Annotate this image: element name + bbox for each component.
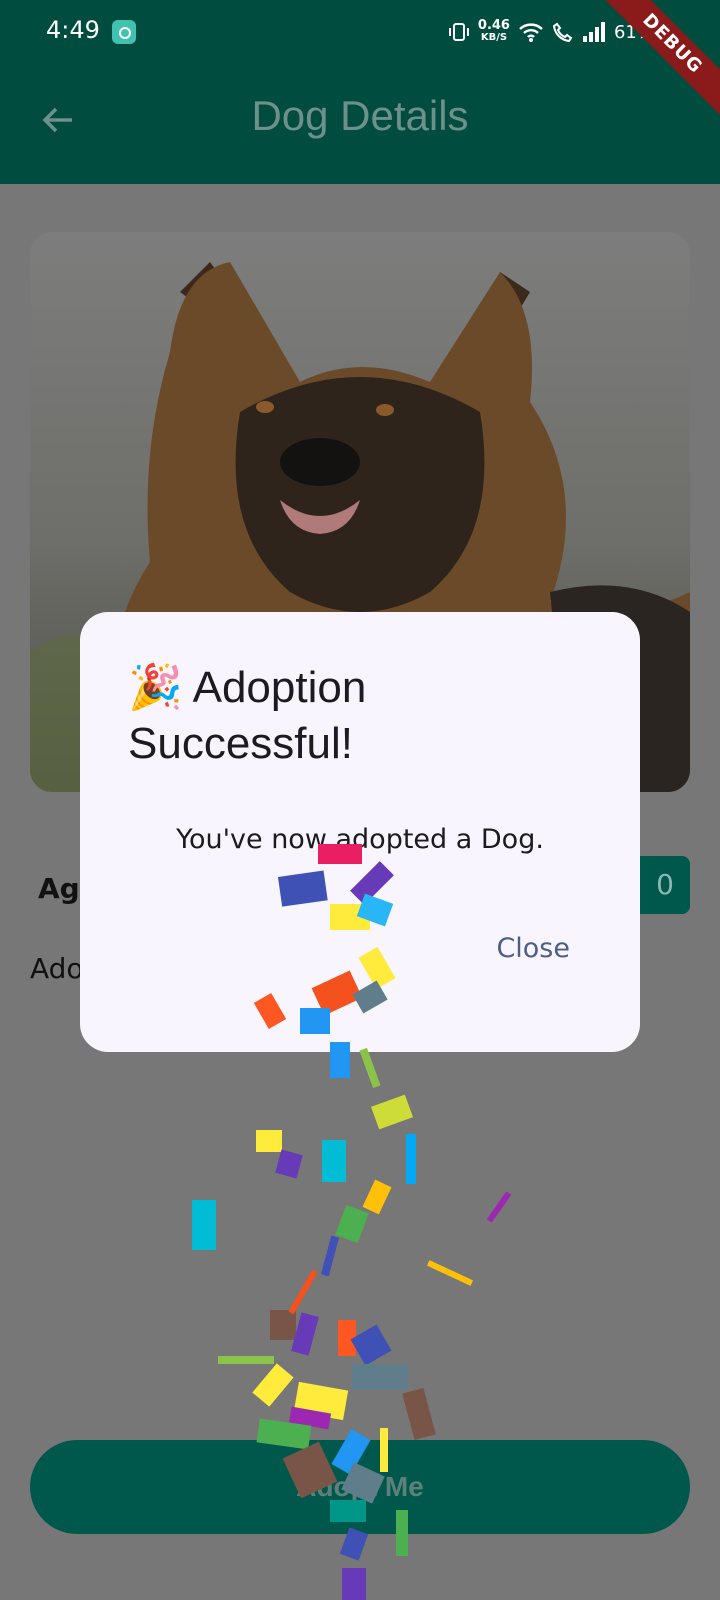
confetti-piece: [350, 1324, 392, 1366]
confetti-piece: [359, 1047, 381, 1089]
confetti-piece: [275, 1149, 303, 1179]
confetti-piece: [335, 1204, 369, 1244]
confetti-piece: [256, 1130, 282, 1152]
confetti-piece: [252, 1363, 294, 1407]
confetti-piece: [318, 844, 362, 864]
confetti-piece: [300, 1008, 330, 1034]
confetti-piece: [330, 1042, 350, 1078]
confetti-piece: [253, 993, 287, 1029]
confetti-piece: [352, 1364, 408, 1390]
confetti-piece: [402, 1387, 436, 1441]
confetti-piece: [380, 1428, 388, 1472]
confetti-piece: [218, 1356, 274, 1364]
confetti-piece: [320, 1235, 340, 1277]
confetti-piece: [322, 1140, 346, 1182]
confetti-piece: [270, 1310, 296, 1340]
confetti-piece: [486, 1191, 512, 1223]
confetti-piece: [288, 1269, 318, 1315]
confetti-piece: [277, 870, 328, 907]
confetti-piece: [362, 1179, 392, 1215]
confetti-piece: [370, 1094, 414, 1130]
confetti-overlay: [192, 844, 512, 1600]
confetti-piece: [396, 1510, 408, 1556]
confetti-piece: [330, 1500, 366, 1522]
confetti-piece: [192, 1200, 216, 1250]
confetti-piece: [406, 1134, 416, 1184]
confetti-piece: [339, 1527, 369, 1561]
confetti-piece: [342, 1568, 366, 1600]
confetti-piece: [282, 1441, 338, 1499]
confetti-piece: [426, 1260, 474, 1286]
